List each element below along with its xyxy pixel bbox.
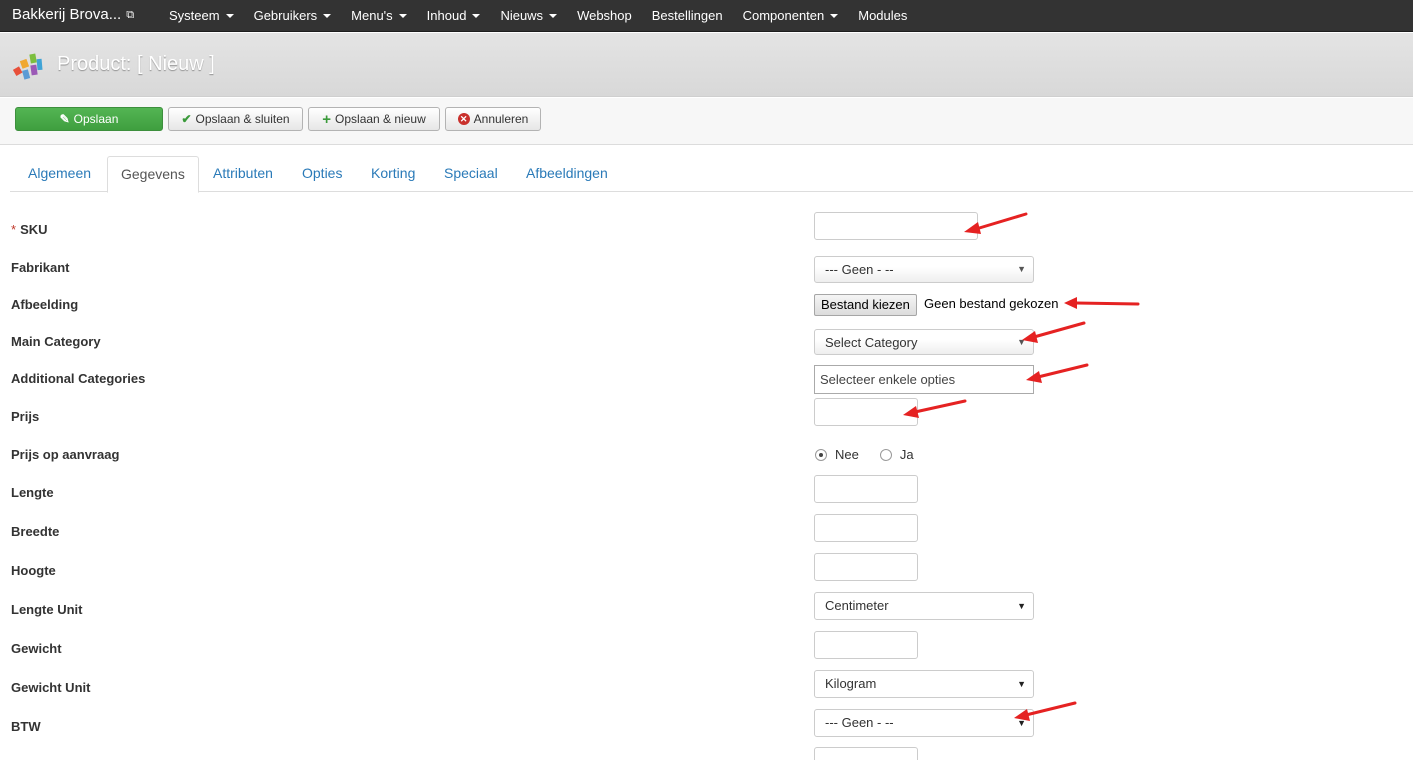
menu-nieuws[interactable]: Nieuws — [490, 0, 567, 32]
tab-opties[interactable]: Opties — [289, 156, 355, 192]
prijs-label: Prijs — [11, 409, 40, 424]
main-category-label: Main Category — [11, 334, 101, 349]
caret-down-icon — [225, 14, 234, 18]
menu-webshop[interactable]: Webshop — [567, 0, 642, 32]
radio-ja[interactable] — [879, 448, 892, 461]
radio-ja-label: Ja — [899, 447, 914, 462]
top-navbar: Bakkerij Brova... ⧉ Systeem Gebruikers Me… — [0, 0, 1413, 32]
check-icon: ✔ — [181, 112, 192, 126]
tab-bar: Algemeen Gegevens Attributen Opties Kort… — [10, 156, 1413, 193]
toolbar: ✎ Opslaan ✔ Opslaan & sluiten + Opslaan & n… — [0, 98, 1413, 145]
cancel-button[interactable]: ✕ Annuleren — [445, 107, 541, 131]
tab-speciaal[interactable]: Speciaal — [431, 156, 511, 192]
chevron-down-icon: ▼ — [1017, 264, 1026, 274]
radio-nee[interactable] — [815, 448, 827, 461]
prijs-op-aanvraag-label: Prijs op aanvraag — [11, 447, 120, 462]
hoogte-input[interactable] — [814, 553, 918, 581]
choose-file-button[interactable]: Bestand kiezen — [814, 294, 917, 316]
prijs-op-aanvraag-radios: Nee Ja — [815, 447, 935, 462]
joomla-logo-icon — [12, 53, 43, 80]
cancel-circle-icon: ✕ — [457, 113, 470, 125]
sku-input[interactable] — [814, 212, 978, 240]
additional-categories-label: Additional Categories — [11, 371, 146, 386]
required-marker: * — [11, 222, 17, 237]
gewicht-input[interactable] — [814, 631, 918, 659]
main-menu: Systeem Gebruikers Menu's Inhoud Nieuws … — [159, 0, 917, 32]
breedte-label: Breedte — [11, 524, 60, 539]
save-new-button[interactable]: + Opslaan & nieuw — [308, 107, 440, 131]
annotation-arrow-afbeelding — [1064, 297, 1140, 309]
caret-down-icon — [398, 14, 407, 18]
gewicht-unit-select[interactable]: Kilogram ▼ — [814, 670, 1034, 698]
save-close-button[interactable]: ✔ Opslaan & sluiten — [168, 107, 303, 131]
plus-icon: + — [322, 110, 332, 128]
page-header: Product: [ Nieuw ] — [0, 33, 1413, 97]
lengte-input[interactable] — [814, 475, 918, 503]
menu-componenten[interactable]: Componenten — [733, 0, 849, 32]
chevron-down-icon: ▼ — [1017, 679, 1026, 689]
afbeelding-label: Afbeelding — [11, 297, 79, 312]
btw-label: BTW — [11, 719, 41, 734]
chevron-down-icon: ▼ — [1017, 601, 1026, 611]
menu-systeem[interactable]: Systeem — [159, 0, 244, 32]
caret-down-icon — [549, 14, 558, 18]
lengte-label: Lengte — [11, 485, 54, 500]
save-button[interactable]: ✎ Opslaan — [15, 107, 163, 131]
breedte-input[interactable] — [814, 514, 918, 542]
external-link-icon: ⧉ — [126, 9, 135, 21]
tab-algemeen[interactable]: Algemeen — [15, 156, 104, 192]
page-title: Product: [ Nieuw ] — [57, 53, 215, 75]
site-name: Bakkerij Brova... — [12, 6, 122, 23]
main-category-select[interactable]: Select Category ▼ — [814, 329, 1034, 355]
caret-down-icon — [323, 14, 332, 18]
chevron-down-icon: ▼ — [1017, 718, 1026, 728]
tab-gegevens[interactable]: Gegevens — [107, 156, 199, 193]
fabrikant-select[interactable]: --- Geen - -- ▼ — [814, 256, 1034, 283]
caret-down-icon — [472, 14, 481, 18]
tab-korting[interactable]: Korting — [358, 156, 428, 192]
lengte-unit-select[interactable]: Centimeter ▼ — [814, 592, 1034, 620]
lengte-unit-label: Lengte Unit — [11, 602, 83, 617]
fabrikant-label: Fabrikant — [11, 260, 70, 275]
annotation-arrow-additional-categories — [1026, 363, 1089, 383]
tab-afbeeldingen[interactable]: Afbeeldingen — [513, 156, 621, 192]
menu-menus[interactable]: Menu's — [341, 0, 417, 32]
menu-bestellingen[interactable]: Bestellingen — [642, 0, 733, 32]
sku-label: * SKU — [11, 222, 48, 237]
menu-gebruikers[interactable]: Gebruikers — [244, 0, 342, 32]
menu-modules[interactable]: Modules — [848, 0, 917, 32]
file-status-text: Geen bestand gekozen — [924, 296, 1059, 311]
hoogte-label: Hoogte — [11, 563, 56, 578]
caret-down-icon — [830, 14, 839, 18]
btw-select[interactable]: --- Geen - -- ▼ — [814, 709, 1034, 737]
prijs-input[interactable] — [814, 398, 918, 426]
site-brand-link[interactable]: Bakkerij Brova... ⧉ — [12, 6, 134, 23]
chevron-down-icon: ▼ — [1017, 337, 1026, 347]
gewicht-label: Gewicht — [11, 641, 62, 656]
tab-attributen[interactable]: Attributen — [200, 156, 286, 192]
next-field-input[interactable] — [814, 747, 918, 760]
gewicht-unit-label: Gewicht Unit — [11, 680, 91, 695]
edit-icon: ✎ — [59, 112, 70, 126]
menu-inhoud[interactable]: Inhoud — [417, 0, 491, 32]
additional-categories-multiselect[interactable]: Selecteer enkele opties — [814, 365, 1034, 394]
radio-nee-label: Nee — [835, 447, 859, 462]
